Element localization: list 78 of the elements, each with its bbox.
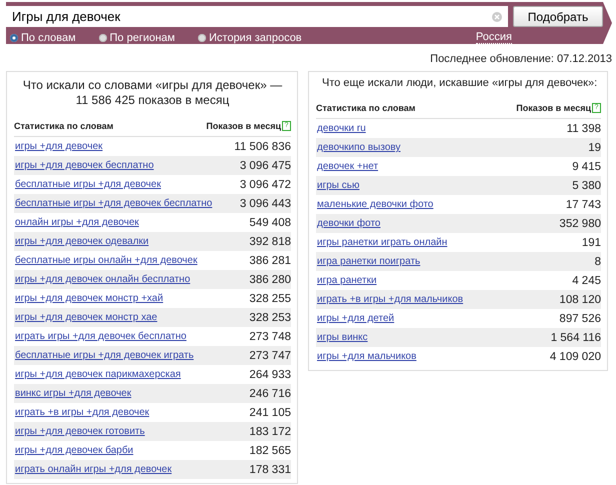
count-cell: 273 748 — [249, 330, 291, 342]
column-header: Показов в месяц — [516, 102, 591, 112]
count-cell: 178 331 — [249, 464, 291, 476]
phrase-link[interactable]: играть +в игры +для мальчиков — [317, 294, 464, 305]
count-cell: 8 — [594, 256, 601, 268]
phrase-link[interactable]: бесплатные игры онлайн +для девочек — [15, 255, 198, 266]
last-update-text: Последнее обновление: 07.12.2013 — [430, 53, 612, 65]
radio-icon[interactable] — [98, 34, 107, 42]
phrase-link[interactable]: девочкипо вызову — [317, 142, 400, 153]
phrase-link[interactable]: игры сью — [317, 180, 360, 191]
phrase-link[interactable]: игры +для девочек бесплатно — [15, 160, 154, 171]
phrase-link[interactable]: игры +для детей — [317, 313, 394, 324]
count-cell: 1 564 116 — [550, 332, 601, 344]
count-cell: 17 743 — [566, 198, 601, 210]
phrase-link[interactable]: игра ранетки — [317, 275, 377, 286]
phrase-link[interactable]: бесплатные игры +для девочек — [15, 179, 161, 190]
count-cell: 9 415 — [572, 160, 601, 172]
mode-radio[interactable]: По словам — [10, 32, 76, 44]
radio-icon[interactable] — [10, 34, 18, 42]
phrase-link[interactable]: игры +для девочек онлайн бесплатно — [15, 274, 190, 285]
count-cell: 11 398 — [566, 122, 601, 134]
column-header: Показов в месяц — [206, 120, 281, 130]
phrase-link[interactable]: онлайн игры +для девочек — [15, 217, 139, 228]
radio-icon[interactable] — [198, 34, 206, 42]
count-cell: 11 506 836 — [234, 140, 291, 152]
count-cell: 273 747 — [249, 350, 291, 362]
count-cell: 19 — [588, 142, 601, 154]
submit-button[interactable]: Подобрать — [513, 6, 603, 27]
count-cell: 4 109 020 — [550, 350, 601, 362]
phrase-link[interactable]: игры +для девочек парикмахерская — [15, 369, 181, 380]
count-cell: 897 526 — [559, 312, 601, 324]
count-cell: 264 933 — [249, 368, 291, 380]
phrase-link[interactable]: бесплатные игры +для девочек играть — [15, 350, 194, 361]
panel-title: Что искали со словами «игры для девочек» — 11 586 425 показов в месяц — [22, 78, 284, 108]
mode-radio[interactable]: По регионам — [98, 32, 175, 44]
phrase-link[interactable]: бесплатные игры +для девочек бесплатно — [15, 198, 212, 209]
phrase-link[interactable]: игры +для девочек одевалки — [15, 236, 149, 247]
count-cell: 183 172 — [249, 426, 291, 438]
count-cell: 191 — [582, 236, 601, 248]
count-cell: 549 408 — [249, 216, 291, 228]
count-cell: 4 245 — [572, 274, 601, 286]
phrase-link[interactable]: игры +для девочек — [15, 141, 103, 152]
phrase-link[interactable]: игры +для девочек барби — [15, 445, 134, 456]
phrase-link[interactable]: девочек +нет — [317, 161, 378, 172]
phrase-link[interactable]: игры +для мальчиков — [317, 351, 416, 362]
region-link[interactable]: Россия — [476, 31, 512, 44]
count-cell: 352 980 — [559, 218, 601, 230]
search-field[interactable]: Игры для девочек — [6, 6, 508, 27]
phrase-link[interactable]: игры винкс — [317, 332, 368, 343]
phrase-link[interactable]: играть игры +для девочек бесплатно — [15, 331, 186, 342]
phrase-link[interactable]: играть +в игры +для девочек — [15, 407, 150, 418]
phrase-link[interactable]: маленькие девочки фото — [317, 199, 434, 210]
phrase-link[interactable]: игры ранетки играть онлайн — [317, 237, 448, 248]
count-cell: 328 255 — [249, 292, 291, 304]
column-header: Статистика по словам — [316, 102, 416, 112]
count-cell: 5 380 — [572, 180, 601, 192]
count-cell: 241 105 — [249, 406, 291, 418]
phrase-link[interactable]: игры +для девочек монстр +хай — [15, 293, 164, 304]
count-cell: 108 120 — [559, 294, 601, 306]
column-header: Статистика по словам — [14, 120, 114, 130]
count-cell: 392 818 — [249, 236, 291, 248]
count-cell: 386 281 — [249, 254, 291, 266]
count-cell: 3 096 443 — [240, 198, 291, 210]
count-cell: 386 280 — [249, 274, 291, 286]
phrase-link[interactable]: играть онлайн игры +для девочек — [15, 464, 172, 475]
phrase-link[interactable]: винкс игры +для девочек — [15, 388, 132, 399]
count-cell: 182 565 — [249, 444, 291, 456]
phrase-link[interactable]: игры +для девочек готовить — [15, 426, 145, 437]
count-cell: 3 096 475 — [240, 160, 291, 172]
count-cell: 3 096 472 — [240, 178, 291, 190]
panel-title: Что еще искали люди, искавшие «игры для девочек»: — [321, 76, 598, 91]
count-cell: 246 716 — [249, 388, 291, 400]
phrase-link[interactable]: игра ранетки поиграть — [317, 256, 420, 267]
phrase-link[interactable]: девочки фото — [317, 218, 380, 229]
count-cell: 328 253 — [249, 312, 291, 324]
mode-radio[interactable]: История запросов — [198, 32, 302, 44]
phrase-link[interactable]: игры +для девочек монстр хае — [15, 312, 158, 323]
phrase-link[interactable]: девочки ru — [317, 123, 366, 134]
